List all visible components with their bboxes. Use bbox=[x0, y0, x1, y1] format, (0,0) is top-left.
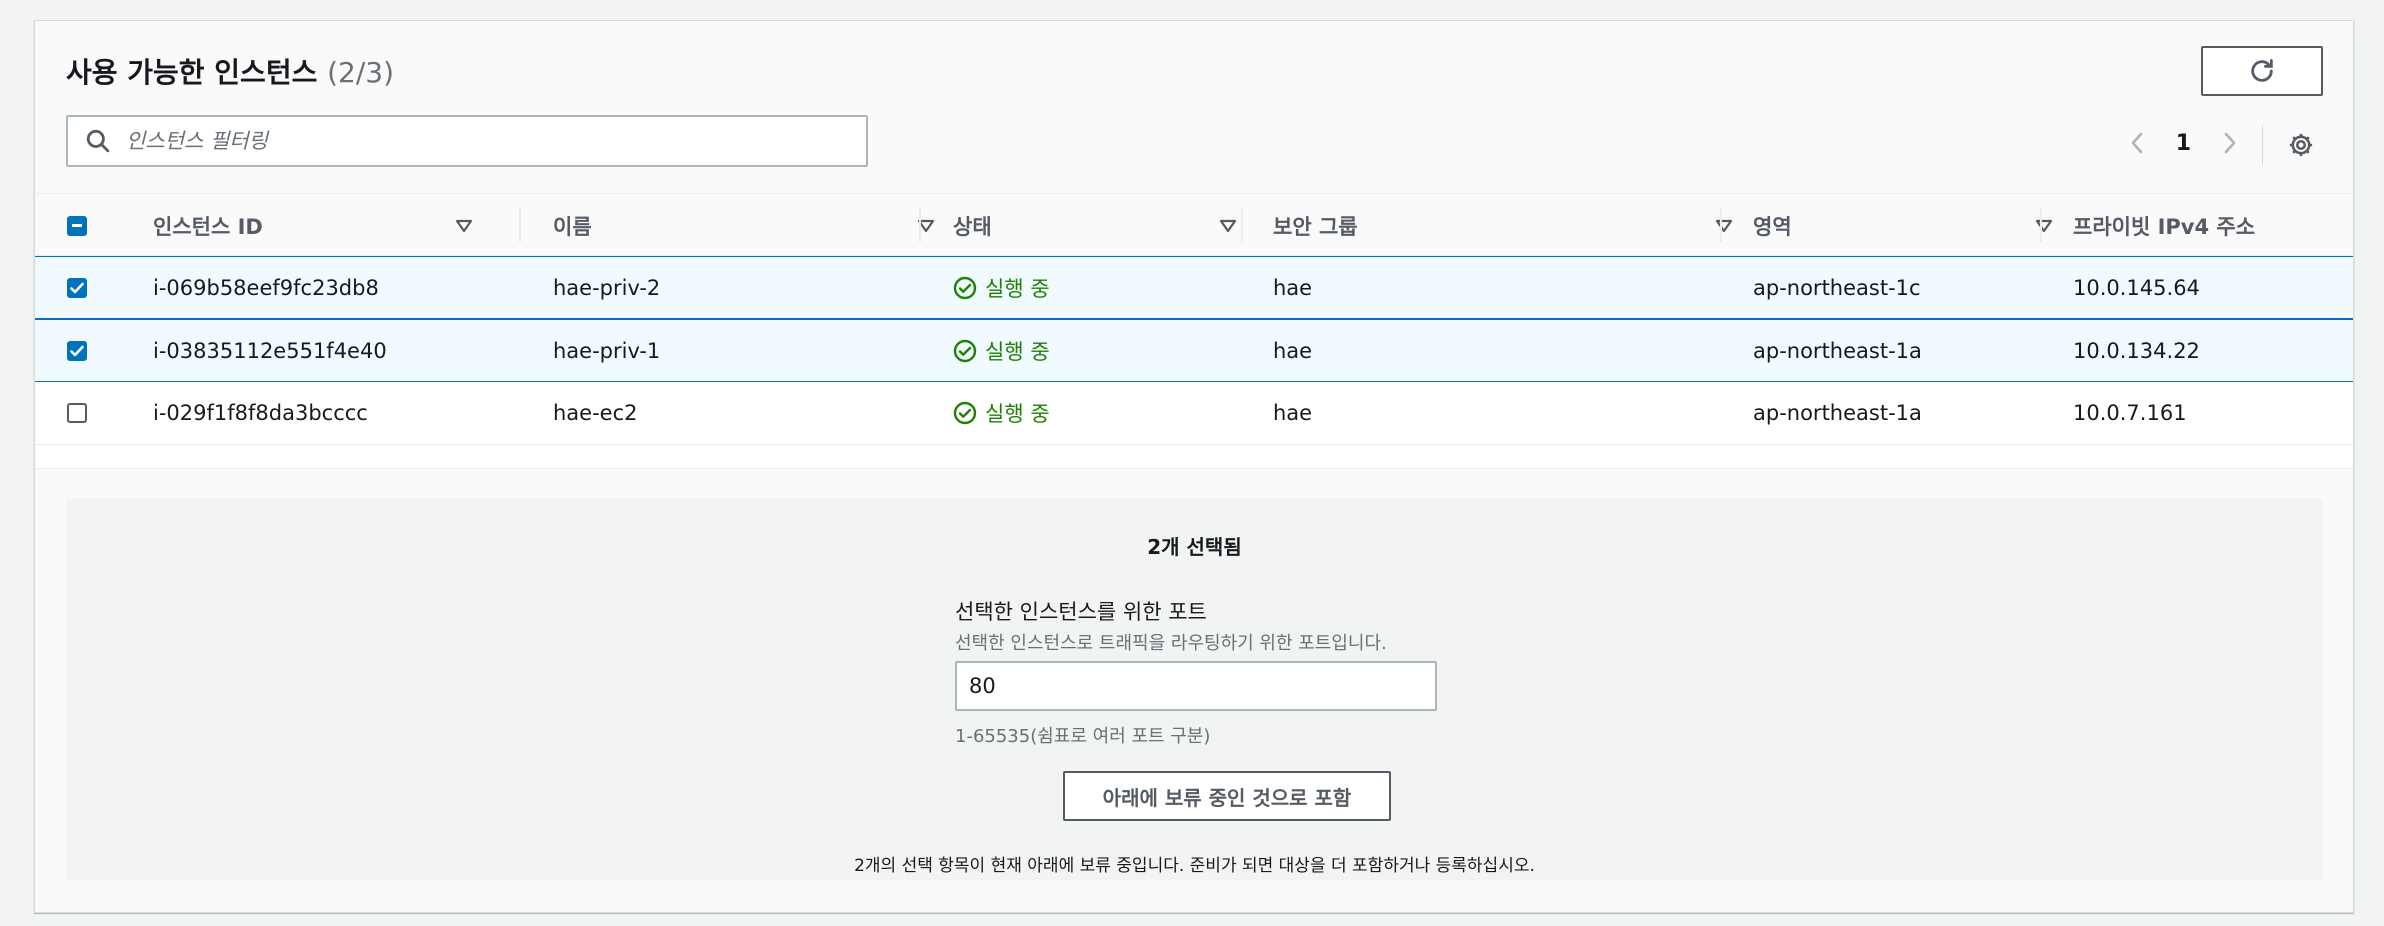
selected-count-heading: 2개 선택됨 bbox=[1147, 535, 1242, 559]
refresh-icon bbox=[2251, 59, 2273, 82]
check-circle-icon bbox=[953, 339, 977, 363]
panel-title: 사용 가능한 인스턴스 (2/3) bbox=[66, 51, 394, 91]
previous-page-button[interactable] bbox=[2124, 129, 2152, 157]
refresh-button[interactable] bbox=[2201, 46, 2323, 96]
selection-count: (2/3) bbox=[327, 56, 395, 89]
column-header-security-group[interactable]: 보안 그룹 bbox=[1273, 194, 1733, 257]
sort-caret-icon[interactable] bbox=[2035, 219, 2053, 233]
status-indicator: 실행 중 bbox=[953, 398, 1050, 428]
chevron-right-icon bbox=[2224, 132, 2236, 154]
table-row[interactable]: i-069b58eef9fc23db8 hae-priv-2 실행 중 hae … bbox=[35, 256, 2353, 319]
row-checkbox[interactable] bbox=[67, 403, 87, 423]
table-bottom-spacer bbox=[35, 445, 2353, 469]
instance-filter-search[interactable] bbox=[66, 115, 868, 167]
instance-id-cell: i-03835112e551f4e40 bbox=[153, 339, 387, 363]
pagination: 1 bbox=[2124, 129, 2243, 157]
checkmark-icon bbox=[70, 345, 84, 357]
port-field-label: 선택한 인스턴스를 위한 포트 bbox=[955, 600, 1207, 624]
column-header-instance-id[interactable]: 인스턴스 ID bbox=[153, 194, 473, 257]
instance-name-cell: hae-ec2 bbox=[553, 401, 638, 425]
zone-cell: ap-northeast-1a bbox=[1753, 401, 1922, 425]
panel-title-text: 사용 가능한 인스턴스 bbox=[66, 56, 318, 89]
column-header-label: 프라이빗 IPv4 주소 bbox=[2073, 214, 2256, 239]
instance-id-cell: i-069b58eef9fc23db8 bbox=[153, 276, 379, 300]
select-all-checkbox[interactable] bbox=[67, 215, 87, 236]
column-header-label: 영역 bbox=[1753, 214, 1792, 239]
row-checkbox[interactable] bbox=[67, 341, 87, 361]
status-indicator: 실행 중 bbox=[953, 273, 1050, 303]
column-header-label: 이름 bbox=[553, 214, 592, 239]
sort-caret-icon[interactable] bbox=[1715, 219, 1733, 233]
zone-cell: ap-northeast-1a bbox=[1753, 339, 1922, 363]
column-header-label: 보안 그룹 bbox=[1273, 214, 1358, 239]
column-resize-handle[interactable] bbox=[919, 208, 921, 242]
status-text: 실행 중 bbox=[985, 277, 1050, 301]
search-input[interactable] bbox=[126, 129, 846, 153]
private-ip-cell: 10.0.7.161 bbox=[2073, 401, 2187, 425]
selection-panel: 2개 선택됨 선택한 인스턴스를 위한 포트 선택한 인스턴스로 트래픽을 라우… bbox=[66, 499, 2323, 880]
instance-id-cell: i-029f1f8f8da3bcccc bbox=[153, 401, 368, 425]
sort-caret-icon[interactable] bbox=[1219, 219, 1237, 233]
row-checkbox[interactable] bbox=[67, 278, 87, 298]
column-header-name[interactable]: 이름 bbox=[553, 194, 935, 257]
security-group-cell: hae bbox=[1273, 276, 1313, 300]
current-page-number[interactable]: 1 bbox=[2176, 131, 2191, 156]
instances-table: 인스턴스 ID 이름 상태 보안 그룹 영역 프라이빗 IPv4 주소 i-06… bbox=[35, 193, 2353, 469]
search-icon bbox=[80, 123, 116, 159]
table-row[interactable]: i-029f1f8f8da3bcccc hae-ec2 실행 중 hae ap-… bbox=[35, 382, 2353, 445]
zone-cell: ap-northeast-1c bbox=[1753, 276, 1921, 300]
pagination-divider bbox=[2262, 125, 2263, 165]
table-header: 인스턴스 ID 이름 상태 보안 그룹 영역 프라이빗 IPv4 주소 bbox=[35, 193, 2353, 256]
chevron-left-icon bbox=[2131, 132, 2142, 154]
column-header-private-ipv4[interactable]: 프라이빗 IPv4 주소 bbox=[2073, 194, 2343, 257]
column-header-status[interactable]: 상태 bbox=[953, 194, 1237, 257]
gear-icon bbox=[2289, 133, 2313, 157]
private-ip-cell: 10.0.134.22 bbox=[2073, 339, 2200, 363]
private-ip-cell: 10.0.145.64 bbox=[2073, 276, 2200, 300]
column-resize-handle[interactable] bbox=[1241, 208, 1243, 242]
security-group-cell: hae bbox=[1273, 339, 1313, 363]
column-header-label: 상태 bbox=[953, 214, 992, 239]
column-header-zone[interactable]: 영역 bbox=[1753, 194, 2053, 257]
table-settings-button[interactable] bbox=[2283, 127, 2319, 163]
security-group-cell: hae bbox=[1273, 401, 1313, 425]
include-as-pending-button[interactable]: 아래에 보류 중인 것으로 포함 bbox=[1063, 771, 1391, 821]
pending-status-note: 2개의 선택 항목이 현재 아래에 보류 중입니다. 준비가 되면 대상을 더 … bbox=[854, 856, 1535, 876]
port-field-hint: 1-65535(쉼표로 여러 포트 구분) bbox=[955, 726, 1211, 747]
column-resize-handle[interactable] bbox=[519, 208, 521, 242]
instance-name-cell: hae-priv-1 bbox=[553, 339, 661, 363]
available-instances-panel: 사용 가능한 인스턴스 (2/3) 1 bbox=[34, 20, 2354, 913]
table-row[interactable]: i-03835112e551f4e40 hae-priv-1 실행 중 hae … bbox=[35, 319, 2353, 382]
check-circle-icon bbox=[953, 401, 977, 425]
port-field-description: 선택한 인스턴스로 트래픽을 라우팅하기 위한 포트입니다. bbox=[955, 633, 1387, 654]
status-text: 실행 중 bbox=[985, 402, 1050, 426]
status-indicator: 실행 중 bbox=[953, 336, 1050, 366]
next-page-button[interactable] bbox=[2215, 129, 2243, 157]
instance-name-cell: hae-priv-2 bbox=[553, 276, 661, 300]
column-resize-handle[interactable] bbox=[2040, 208, 2042, 242]
status-text: 실행 중 bbox=[985, 340, 1050, 364]
sort-caret-icon[interactable] bbox=[455, 219, 473, 233]
column-header-label: 인스턴스 ID bbox=[153, 214, 263, 239]
checkmark-icon bbox=[70, 282, 84, 294]
column-resize-handle[interactable] bbox=[1720, 208, 1722, 242]
check-circle-icon bbox=[953, 276, 977, 300]
select-all-column bbox=[67, 194, 87, 257]
port-input[interactable] bbox=[955, 661, 1437, 711]
